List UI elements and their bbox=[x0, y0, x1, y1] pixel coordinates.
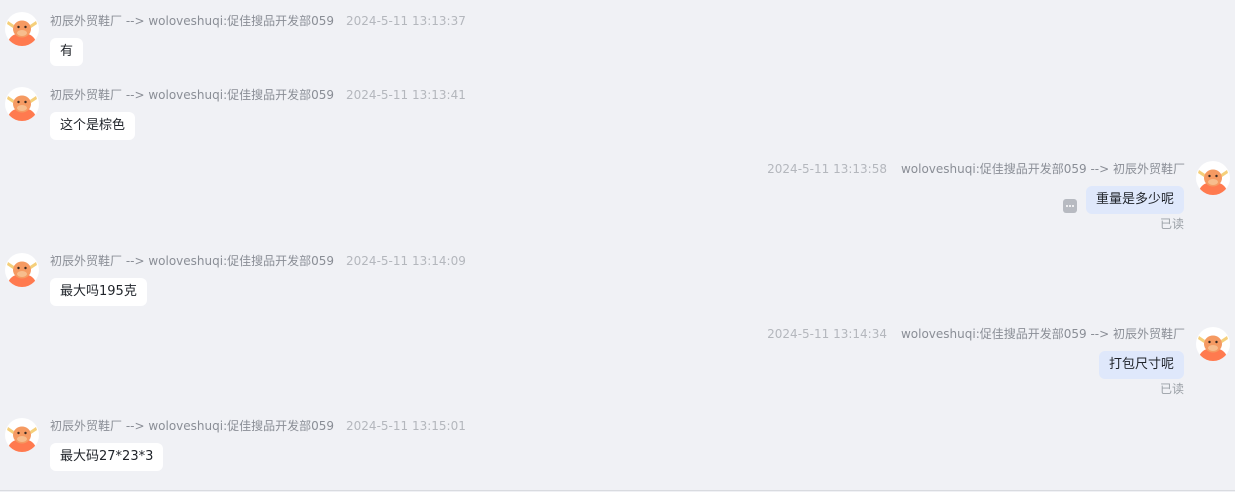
message-timestamp: 2024-5-11 13:13:41 bbox=[346, 88, 466, 102]
message-bubble[interactable]: 重量是多少呢 bbox=[1085, 186, 1184, 214]
message-meta: 初辰外贸鞋厂 --> woloveshuqi:促佳搜品开发部059 2024-5-… bbox=[50, 87, 466, 103]
message-meta: 2024-5-11 13:14:34 woloveshuqi:促佳搜品开发部059… bbox=[767, 326, 1185, 342]
read-status: 已读 bbox=[1159, 382, 1184, 396]
avatar[interactable] bbox=[5, 12, 39, 46]
sender-route: woloveshuqi:促佳搜品开发部059 --> 初辰外贸鞋厂 bbox=[900, 162, 1185, 176]
message-meta: 初辰外贸鞋厂 --> woloveshuqi:促佳搜品开发部059 2024-5-… bbox=[50, 253, 466, 269]
message-timestamp: 2024-5-11 13:13:58 bbox=[767, 162, 887, 176]
avatar[interactable] bbox=[5, 253, 39, 287]
message-bubble[interactable]: 打包尺寸呢 bbox=[1098, 351, 1184, 379]
chat-message-list[interactable]: 初辰外贸鞋厂 --> woloveshuqi:促佳搜品开发部059 2024-5-… bbox=[0, 0, 1235, 491]
message-bubble[interactable]: 这个是棕色 bbox=[50, 112, 136, 140]
message-meta: 初辰外贸鞋厂 --> woloveshuqi:促佳搜品开发部059 2024-5-… bbox=[50, 13, 466, 29]
message-bubble[interactable]: 最大吗195克 bbox=[50, 278, 147, 306]
more-options-icon[interactable] bbox=[1063, 199, 1077, 213]
sender-route: 初辰外贸鞋厂 --> woloveshuqi:促佳搜品开发部059 bbox=[50, 254, 335, 268]
avatar[interactable] bbox=[5, 418, 39, 452]
sender-route: 初辰外贸鞋厂 --> woloveshuqi:促佳搜品开发部059 bbox=[50, 88, 335, 102]
cartoon-bull-avatar-icon bbox=[7, 261, 37, 287]
message-timestamp: 2024-5-11 13:14:09 bbox=[346, 254, 466, 268]
cartoon-bull-avatar-icon bbox=[7, 95, 37, 121]
sender-route: 初辰外贸鞋厂 --> woloveshuqi:促佳搜品开发部059 bbox=[50, 14, 335, 28]
message-timestamp: 2024-5-11 13:15:01 bbox=[346, 419, 466, 433]
cartoon-bull-avatar-icon bbox=[7, 426, 37, 452]
avatar[interactable] bbox=[1196, 161, 1230, 195]
read-status: 已读 bbox=[1159, 217, 1184, 231]
message-meta: 初辰外贸鞋厂 --> woloveshuqi:促佳搜品开发部059 2024-5-… bbox=[50, 418, 466, 434]
message-timestamp: 2024-5-11 13:14:34 bbox=[767, 327, 887, 341]
sender-route: 初辰外贸鞋厂 --> woloveshuqi:促佳搜品开发部059 bbox=[50, 419, 335, 433]
message-meta: 2024-5-11 13:13:58 woloveshuqi:促佳搜品开发部059… bbox=[767, 161, 1185, 177]
avatar[interactable] bbox=[1196, 327, 1230, 361]
message-bubble[interactable]: 有 bbox=[50, 38, 84, 66]
avatar[interactable] bbox=[5, 87, 39, 121]
cartoon-bull-avatar-icon bbox=[1198, 169, 1228, 195]
cartoon-bull-avatar-icon bbox=[7, 20, 37, 46]
sender-route: woloveshuqi:促佳搜品开发部059 --> 初辰外贸鞋厂 bbox=[900, 327, 1185, 341]
message-bubble[interactable]: 最大码27*23*3 bbox=[50, 443, 164, 471]
message-timestamp: 2024-5-11 13:13:37 bbox=[346, 14, 466, 28]
cartoon-bull-avatar-icon bbox=[1198, 335, 1228, 361]
